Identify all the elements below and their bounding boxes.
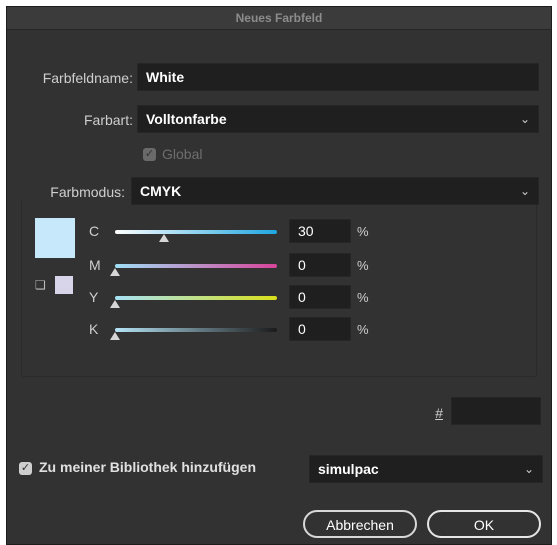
- black-unit: %: [357, 322, 369, 337]
- dialog-title: Neues Farbfeld: [7, 7, 551, 30]
- gamut-warning-swatch[interactable]: [55, 276, 73, 294]
- swatch-name-label: Farbfeldname:: [42, 70, 133, 86]
- color-type-select[interactable]: Volltonfarbe ⌄: [137, 105, 539, 133]
- global-label: Global: [162, 146, 203, 162]
- color-type-label: Farbart:: [83, 112, 133, 128]
- chevron-down-icon: ⌄: [523, 462, 534, 476]
- magenta-unit: %: [357, 258, 369, 273]
- ok-button[interactable]: OK: [427, 510, 541, 538]
- channel-m-label: M: [89, 257, 101, 273]
- add-to-library-checkbox[interactable]: ✓: [19, 462, 32, 475]
- hex-input[interactable]: [451, 397, 541, 425]
- new-swatch-dialog: Neues Farbfeld Farbfeldname: White Farba…: [6, 6, 552, 545]
- swatch-name-input[interactable]: White: [137, 63, 539, 91]
- yellow-unit: %: [357, 290, 369, 305]
- cancel-button[interactable]: Abbrechen: [303, 510, 417, 538]
- hex-label: #: [435, 405, 443, 421]
- color-preview-swatch: [35, 218, 75, 258]
- magenta-value-input[interactable]: 0: [289, 253, 351, 277]
- black-value-input[interactable]: 0: [289, 317, 351, 341]
- channel-y-label: Y: [89, 289, 99, 305]
- global-checkbox[interactable]: ✓: [143, 148, 156, 161]
- magenta-slider-track[interactable]: [115, 264, 277, 268]
- cyan-value-input[interactable]: 30: [289, 219, 351, 243]
- channel-k-label: K: [89, 321, 99, 337]
- magenta-slider-thumb[interactable]: [110, 268, 120, 276]
- library-select[interactable]: simulpac ⌄: [309, 455, 543, 483]
- black-slider-track[interactable]: [115, 328, 277, 332]
- chevron-down-icon: ⌄: [519, 184, 530, 198]
- library-value: simulpac: [318, 461, 379, 477]
- color-mode-select[interactable]: CMYK ⌄: [131, 177, 539, 205]
- add-to-library-label: Zu meiner Bibliothek hinzufügen: [39, 459, 256, 475]
- yellow-value-input[interactable]: 0: [289, 285, 351, 309]
- channel-c-label: C: [89, 223, 100, 239]
- color-type-value: Volltonfarbe: [146, 111, 227, 127]
- color-mode-label: Farbmodus:: [21, 184, 129, 200]
- color-mode-value: CMYK: [140, 183, 182, 199]
- cyan-slider-thumb[interactable]: [158, 234, 169, 242]
- yellow-slider-thumb[interactable]: [110, 300, 120, 308]
- cube-gamut-icon[interactable]: ❏: [35, 278, 49, 292]
- cyan-slider-track[interactable]: [115, 230, 277, 234]
- cyan-unit: %: [357, 224, 369, 239]
- black-slider-thumb[interactable]: [110, 332, 120, 340]
- chevron-down-icon: ⌄: [519, 112, 530, 126]
- color-mode-group: [21, 194, 537, 377]
- yellow-slider-track[interactable]: [115, 296, 277, 300]
